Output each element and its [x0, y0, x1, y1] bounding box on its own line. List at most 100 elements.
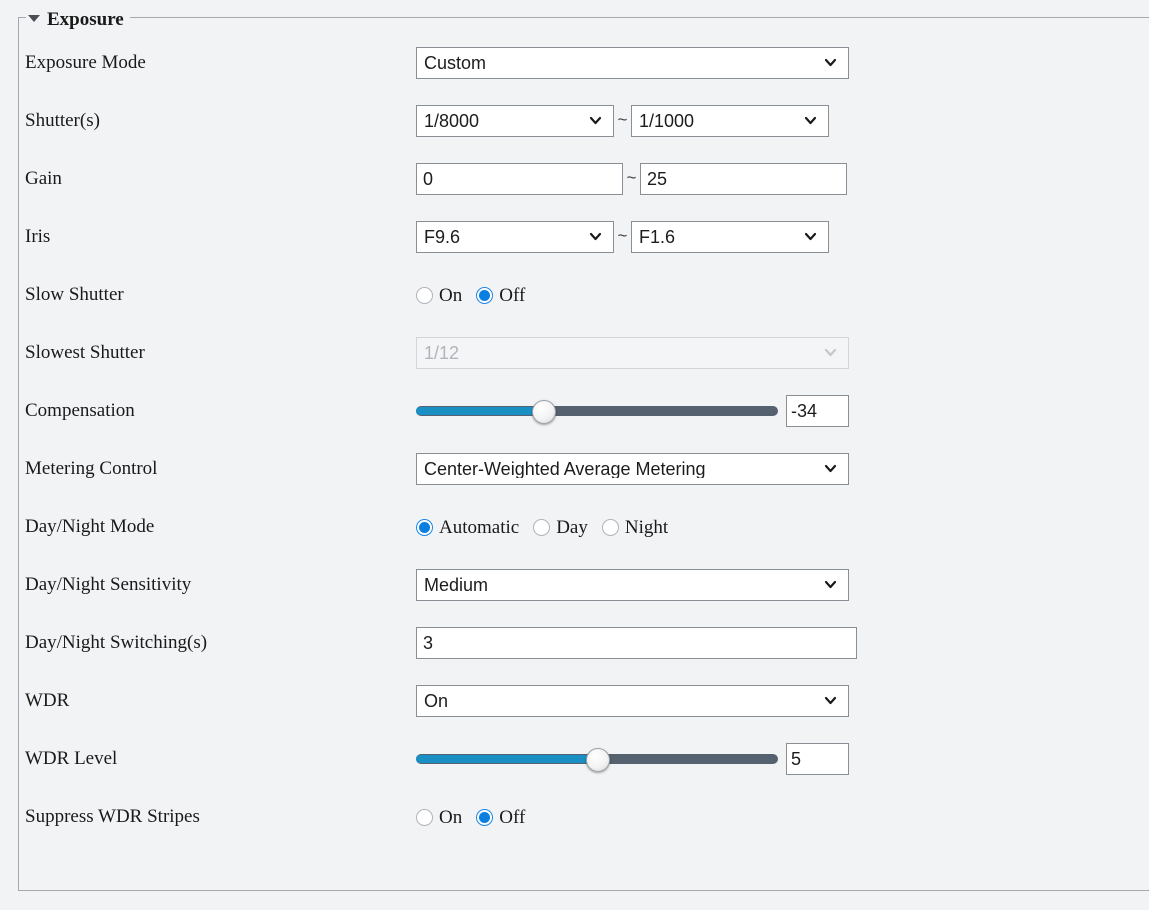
control-iris: F9.6 ~ F1.6: [416, 221, 829, 253]
shutter-from-select[interactable]: 1/8000: [416, 105, 614, 137]
control-slow-shutter: On Off: [416, 279, 525, 311]
suppress-wdr-stripes-radio-off[interactable]: Off: [476, 808, 525, 827]
wdr-level-slider-wrap: [416, 743, 849, 775]
day-night-mode-radio-day[interactable]: Day: [533, 518, 588, 537]
suppress-wdr-stripes-radio-on[interactable]: On: [416, 808, 462, 827]
iris-from-select[interactable]: F9.6: [416, 221, 614, 253]
chevron-down-icon: [824, 462, 837, 475]
wdr-level-value-input[interactable]: [786, 743, 849, 775]
shutter-to-select[interactable]: 1/1000: [631, 105, 829, 137]
label-slowest-shutter: Slowest Shutter: [25, 337, 405, 369]
label-slow-shutter: Slow Shutter: [25, 279, 405, 311]
label-iris: Iris: [25, 221, 405, 253]
radio-selected-icon: [476, 287, 493, 304]
slider-fill: [416, 407, 543, 415]
label-wdr: WDR: [25, 685, 405, 717]
metering-control-select[interactable]: Center-Weighted Average Metering: [416, 453, 849, 485]
chevron-down-icon: [589, 230, 602, 243]
row-slow-shutter: Slow Shutter On Off: [0, 279, 1149, 337]
chevron-down-icon: [824, 56, 837, 69]
label-gain: Gain: [25, 163, 405, 195]
iris-to-value: F1.6: [632, 228, 675, 246]
control-shutter: 1/8000 ~ 1/1000: [416, 105, 829, 137]
control-gain: ~: [416, 163, 847, 195]
gain-to-input[interactable]: [640, 163, 847, 195]
exposure-mode-select[interactable]: Custom: [416, 47, 849, 79]
control-slowest-shutter: 1/12: [416, 337, 849, 369]
control-day-night-sensitivity: Medium: [416, 569, 849, 601]
slow-shutter-radio-off[interactable]: Off: [476, 286, 525, 305]
wdr-level-slider[interactable]: [416, 743, 778, 775]
row-wdr-level: WDR Level: [0, 743, 1149, 801]
iris-range-separator: ~: [614, 221, 631, 253]
label-exposure-mode: Exposure Mode: [25, 47, 405, 79]
day-night-mode-radio-automatic[interactable]: Automatic: [416, 518, 519, 537]
label-shutter: Shutter(s): [25, 105, 405, 137]
wdr-select[interactable]: On: [416, 685, 849, 717]
row-slowest-shutter: Slowest Shutter 1/12: [0, 337, 1149, 395]
label-day-night-mode: Day/Night Mode: [25, 511, 405, 543]
compensation-value-input[interactable]: [786, 395, 849, 427]
day-night-mode-radio-automatic-label: Automatic: [439, 518, 519, 537]
metering-control-value: Center-Weighted Average Metering: [417, 460, 706, 478]
slowest-shutter-value: 1/12: [417, 344, 459, 362]
gain-range-separator: ~: [623, 163, 640, 195]
day-night-sensitivity-select[interactable]: Medium: [416, 569, 849, 601]
label-compensation: Compensation: [25, 395, 405, 427]
chevron-down-icon: [824, 346, 837, 359]
radio-icon: [602, 519, 619, 536]
chevron-down-icon: [804, 114, 817, 127]
page-title: Exposure: [47, 10, 124, 29]
row-iris: Iris F9.6 ~ F1.6: [0, 221, 1149, 279]
iris-to-select[interactable]: F1.6: [631, 221, 829, 253]
compensation-slider[interactable]: [416, 395, 778, 427]
compensation-slider-wrap: [416, 395, 849, 427]
control-day-night-mode: Automatic Day Night: [416, 511, 668, 543]
control-suppress-wdr-stripes: On Off: [416, 801, 525, 833]
chevron-down-icon: [589, 114, 602, 127]
day-night-sensitivity-value: Medium: [417, 576, 488, 594]
slow-shutter-radio-on[interactable]: On: [416, 286, 462, 305]
chevron-down-icon: [824, 578, 837, 591]
day-night-mode-radio-night[interactable]: Night: [602, 518, 668, 537]
row-day-night-switching: Day/Night Switching(s): [0, 627, 1149, 685]
slowest-shutter-select: 1/12: [416, 337, 849, 369]
control-exposure-mode: Custom: [416, 47, 849, 79]
shutter-range-separator: ~: [614, 105, 631, 137]
row-compensation: Compensation: [0, 395, 1149, 453]
radio-icon: [416, 809, 433, 826]
row-day-night-sensitivity: Day/Night Sensitivity Medium: [0, 569, 1149, 627]
exposure-mode-value: Custom: [417, 54, 486, 72]
slider-thumb[interactable]: [532, 400, 556, 424]
iris-from-value: F9.6: [417, 228, 460, 246]
wdr-value: On: [417, 692, 448, 710]
day-night-switching-input[interactable]: [416, 627, 857, 659]
row-gain: Gain ~: [0, 163, 1149, 221]
slow-shutter-radio-group: On Off: [416, 279, 525, 311]
radio-selected-icon: [416, 519, 433, 536]
control-metering-control: Center-Weighted Average Metering: [416, 453, 849, 485]
gain-from-input[interactable]: [416, 163, 623, 195]
control-compensation: [416, 395, 849, 427]
label-wdr-level: WDR Level: [25, 743, 405, 775]
exposure-form: Exposure Mode Custom Shutter(s) 1/8000 ~…: [0, 47, 1149, 859]
slow-shutter-radio-on-label: On: [439, 286, 462, 305]
slider-fill: [416, 755, 597, 763]
triangle-down-icon[interactable]: [28, 15, 40, 22]
label-day-night-sensitivity: Day/Night Sensitivity: [25, 569, 405, 601]
control-day-night-switching: [416, 627, 857, 659]
radio-icon: [416, 287, 433, 304]
suppress-wdr-stripes-radio-group: On Off: [416, 801, 525, 833]
control-wdr: On: [416, 685, 849, 717]
control-wdr-level: [416, 743, 849, 775]
slider-thumb[interactable]: [586, 748, 610, 772]
row-day-night-mode: Day/Night Mode Automatic Day Night: [0, 511, 1149, 569]
slow-shutter-radio-off-label: Off: [499, 286, 525, 305]
suppress-wdr-stripes-radio-on-label: On: [439, 808, 462, 827]
row-shutter: Shutter(s) 1/8000 ~ 1/1000: [0, 105, 1149, 163]
exposure-panel-legend: Exposure: [26, 8, 130, 30]
day-night-mode-radio-group: Automatic Day Night: [416, 511, 668, 543]
chevron-down-icon: [804, 230, 817, 243]
label-metering-control: Metering Control: [25, 453, 405, 485]
row-exposure-mode: Exposure Mode Custom: [0, 47, 1149, 105]
